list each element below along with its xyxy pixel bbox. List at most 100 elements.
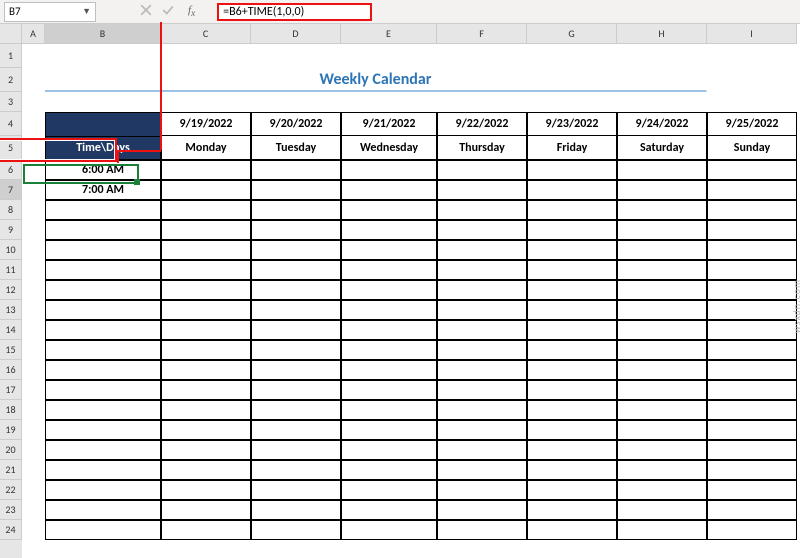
cells: Weekly Calendar 9/19/2022 9/20/2022 9/21…: [22, 44, 800, 540]
cell-G5[interactable]: Friday: [527, 136, 617, 160]
fx-icon[interactable]: fx: [188, 4, 195, 18]
cell-F7[interactable]: [437, 180, 527, 200]
cell-H4[interactable]: 9/24/2022: [617, 112, 707, 136]
cell-I4[interactable]: 9/25/2022: [707, 112, 797, 136]
row-header-8[interactable]: 8: [0, 200, 22, 220]
row-header-6[interactable]: 6: [0, 160, 22, 180]
formula-input[interactable]: =B6+TIME(1,0,0): [217, 3, 372, 21]
formula-enter-icon[interactable]: [162, 4, 174, 20]
cell-I6[interactable]: [707, 160, 797, 180]
cell-B7[interactable]: 7:00 AM: [45, 180, 161, 200]
col-header-H[interactable]: H: [617, 24, 707, 44]
cell-D6[interactable]: [251, 160, 341, 180]
cell-C7[interactable]: [161, 180, 251, 200]
col-header-E[interactable]: E: [341, 24, 437, 44]
row-2: Weekly Calendar: [22, 68, 800, 92]
cell-D7[interactable]: [251, 180, 341, 200]
row-16: [22, 360, 800, 380]
col-header-G[interactable]: G: [527, 24, 617, 44]
row-22: [22, 480, 800, 500]
cell-F5[interactable]: Thursday: [437, 136, 527, 160]
cell-G7[interactable]: [527, 180, 617, 200]
chevron-down-icon[interactable]: ▼: [82, 6, 91, 17]
formula-cancel-icon[interactable]: [140, 4, 152, 20]
row-header-14[interactable]: 14: [0, 320, 22, 340]
cell-D5[interactable]: Tuesday: [251, 136, 341, 160]
cell-B4[interactable]: [45, 112, 161, 136]
row-header-13[interactable]: 13: [0, 300, 22, 320]
watermark: wsxdn.com: [790, 279, 800, 333]
row-24: [22, 520, 800, 540]
cell-E7[interactable]: [341, 180, 437, 200]
cell-I7[interactable]: [707, 180, 797, 200]
row-23: [22, 500, 800, 520]
cell-C5[interactable]: Monday: [161, 136, 251, 160]
row-header-20[interactable]: 20: [0, 440, 22, 460]
row-header-1[interactable]: 1: [0, 44, 22, 68]
col-header-F[interactable]: F: [437, 24, 527, 44]
row-header-3[interactable]: 3: [0, 92, 22, 112]
column-headers: A B C D E F G H I: [22, 24, 800, 44]
formula-text: =B6+TIME(1,0,0): [223, 5, 304, 19]
row-header-17[interactable]: 17: [0, 380, 22, 400]
cell-A4[interactable]: [22, 112, 45, 136]
row-5: Time\Days Monday Tuesday Wednesday Thurs…: [22, 136, 800, 160]
row-header-23[interactable]: 23: [0, 500, 22, 520]
cell-merged-1[interactable]: [45, 44, 707, 68]
row-header-18[interactable]: 18: [0, 400, 22, 420]
row-header-11[interactable]: 11: [0, 260, 22, 280]
cell-F6[interactable]: [437, 160, 527, 180]
cell-C4[interactable]: 9/19/2022: [161, 112, 251, 136]
row-header-9[interactable]: 9: [0, 220, 22, 240]
cell-A1[interactable]: [22, 44, 45, 68]
row-8: [22, 200, 800, 220]
row-header-19[interactable]: 19: [0, 420, 22, 440]
col-header-C[interactable]: C: [161, 24, 251, 44]
cell-C6[interactable]: [161, 160, 251, 180]
row-1: [22, 44, 800, 68]
cell-merged-3[interactable]: [45, 92, 707, 112]
row-header-4[interactable]: 4: [0, 112, 22, 136]
row-header-10[interactable]: 10: [0, 240, 22, 260]
cell-F4[interactable]: 9/22/2022: [437, 112, 527, 136]
cell-D4[interactable]: 9/20/2022: [251, 112, 341, 136]
cell-A2[interactable]: [22, 68, 45, 92]
time-days-header[interactable]: Time\Days: [45, 136, 161, 160]
col-header-I[interactable]: I: [707, 24, 797, 44]
formula-bar-row: B7 ▼ fx =B6+TIME(1,0,0): [0, 0, 800, 24]
cell-A6[interactable]: [22, 160, 45, 180]
cell-I5[interactable]: Sunday: [707, 136, 797, 160]
cell-H7[interactable]: [617, 180, 707, 200]
cell-E6[interactable]: [341, 160, 437, 180]
row-header-2[interactable]: 2: [0, 68, 22, 92]
cell-A7[interactable]: [22, 180, 45, 200]
calendar-title[interactable]: Weekly Calendar: [45, 68, 707, 92]
cell-H5[interactable]: Saturday: [617, 136, 707, 160]
cell-H6[interactable]: [617, 160, 707, 180]
row-19: [22, 420, 800, 440]
row-header-24[interactable]: 24: [0, 520, 22, 540]
cell-G4[interactable]: 9/23/2022: [527, 112, 617, 136]
cell-B6[interactable]: 6:00 AM: [45, 160, 161, 180]
row-header-16[interactable]: 16: [0, 360, 22, 380]
col-header-B[interactable]: B: [45, 24, 161, 44]
cell-A5[interactable]: [22, 136, 45, 160]
col-header-A[interactable]: A: [22, 24, 45, 44]
col-header-D[interactable]: D: [251, 24, 341, 44]
row-header-22[interactable]: 22: [0, 480, 22, 500]
row-header-7[interactable]: 7: [0, 180, 22, 200]
row-header-15[interactable]: 15: [0, 340, 22, 360]
name-box[interactable]: B7 ▼: [4, 2, 96, 22]
row-11: [22, 260, 800, 280]
row-header-5[interactable]: 5: [0, 136, 22, 160]
select-all-corner[interactable]: [0, 24, 22, 44]
cell-E5[interactable]: Wednesday: [341, 136, 437, 160]
cell-E4[interactable]: 9/21/2022: [341, 112, 437, 136]
row-header-12[interactable]: 12: [0, 280, 22, 300]
cell-A3[interactable]: [22, 92, 45, 112]
row-header-21[interactable]: 21: [0, 460, 22, 480]
cell-G6[interactable]: [527, 160, 617, 180]
row-18: [22, 400, 800, 420]
row-21: [22, 460, 800, 480]
grid: A B C D E F G H I Weekly Calendar: [22, 24, 800, 558]
